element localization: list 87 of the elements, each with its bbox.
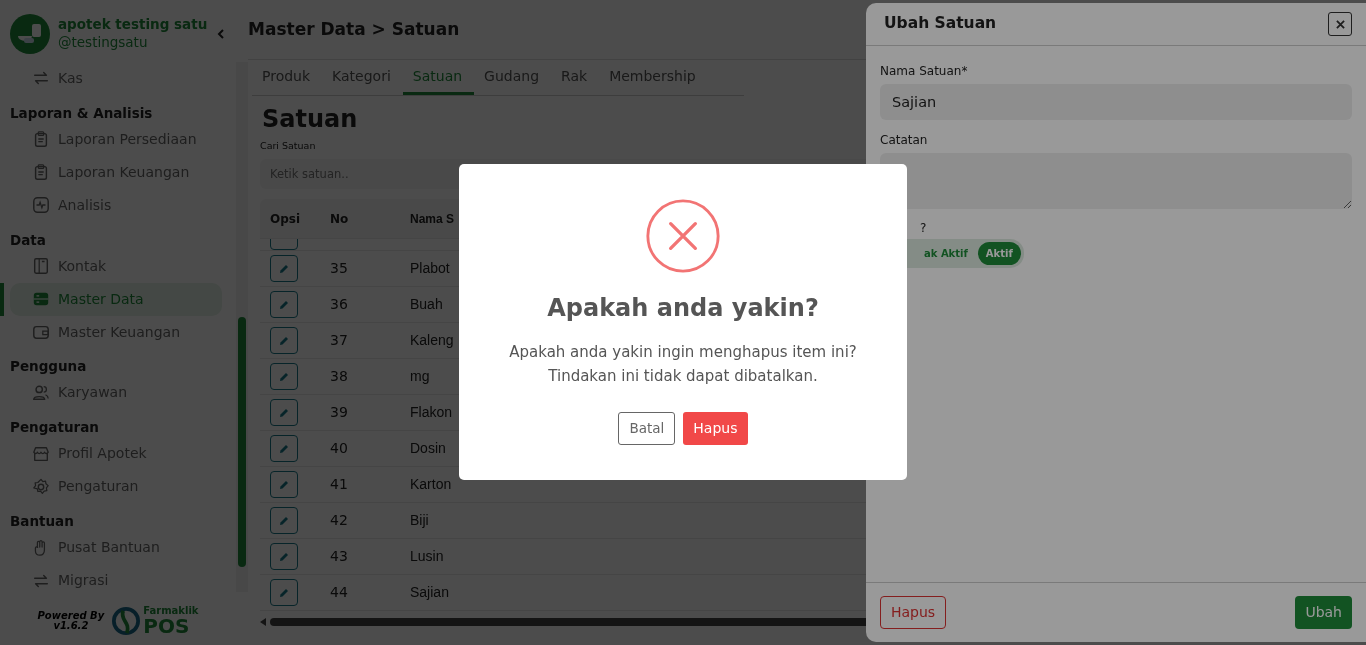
text-field[interactable]: Sajian <box>880 84 1352 120</box>
pencil-icon <box>278 262 290 275</box>
field-label: ? <box>919 220 928 237</box>
section-heading: Laporan & Analisis <box>9 103 154 123</box>
edit-button[interactable] <box>270 327 298 355</box>
table-cell-text: 35 <box>329 259 349 279</box>
cancel-button[interactable]: Batal <box>618 412 676 445</box>
collapse-chevron-icon[interactable] <box>216 28 226 39</box>
table-cell-text: 41 <box>329 475 349 495</box>
pencil-icon <box>278 406 290 419</box>
pencil-icon <box>278 514 290 527</box>
brand-handle: @testingsatu <box>58 32 149 52</box>
save-button[interactable]: Ubah <box>1295 596 1352 629</box>
table-cell-text: 44 <box>329 583 349 603</box>
table-cell-text: 38 <box>329 367 349 387</box>
edit-button[interactable] <box>270 363 298 391</box>
table-cell: Buah <box>410 296 443 313</box>
column-header: Opsi <box>270 211 301 226</box>
table-cell-text: 42 <box>329 511 349 531</box>
store-icon <box>32 444 50 463</box>
edit-button[interactable] <box>270 291 298 319</box>
toggle-option[interactable]: ak Aktif <box>920 243 972 264</box>
clipboard-icon <box>32 163 50 182</box>
dialog-title: Apakah anda yakin? <box>547 293 819 324</box>
pulse-icon <box>32 196 50 215</box>
table-cell-text: 40 <box>329 439 349 459</box>
error-icon <box>645 198 721 274</box>
table-cell: mg <box>410 368 430 385</box>
brand-name: apotek testing satu <box>58 15 208 32</box>
pencil-icon <box>278 370 290 383</box>
clipboard-icon <box>32 130 50 149</box>
version-text: v1.6.2 <box>52 621 90 632</box>
section-heading: Pengguna <box>9 357 88 377</box>
table-cell: Flakon <box>410 404 453 421</box>
table-cell-text: 43 <box>329 547 349 567</box>
pencil-icon <box>278 334 290 347</box>
section-heading: Pengaturan <box>9 418 100 438</box>
notes-field[interactable] <box>880 153 1352 209</box>
edit-button[interactable] <box>270 471 298 499</box>
edit-button[interactable] <box>270 543 298 571</box>
pencil-icon <box>278 586 290 599</box>
table-cell: Sajian <box>410 584 449 601</box>
column-header: Nama S <box>410 211 455 226</box>
edit-button[interactable] <box>270 399 298 427</box>
book-icon <box>32 257 50 276</box>
table-cell-text: 39 <box>329 403 349 423</box>
settings-icon <box>32 477 50 496</box>
edit-button[interactable] <box>270 579 298 607</box>
delete-button[interactable]: Hapus <box>880 596 947 629</box>
toggle-option[interactable]: Aktif <box>977 242 1021 265</box>
table-cell: Karton <box>410 476 452 493</box>
delete-button[interactable]: Hapus <box>683 412 748 445</box>
table-cell: Plabot <box>410 260 450 277</box>
wallet-icon <box>32 323 50 341</box>
field-label: Nama Satuan* <box>880 63 969 80</box>
scroll-left-icon[interactable] <box>260 618 266 627</box>
edit-button[interactable] <box>270 507 298 535</box>
page-title: Satuan <box>262 106 359 133</box>
pencil-icon <box>278 478 290 491</box>
section-heading: Bantuan <box>9 512 75 532</box>
table-cell-text: 36 <box>329 295 349 315</box>
dialog-message: Apakah anda yakin ingin menghapus item ini? Tindakan ini tidak dapat dibatalkan. <box>509 342 857 387</box>
logo-mark-icon <box>112 607 141 636</box>
close-icon <box>1335 19 1345 29</box>
table-cell-text: 37 <box>329 331 349 351</box>
powered-by-text: Powered By <box>37 610 105 621</box>
tab[interactable]: Satuan <box>402 60 475 95</box>
table-cell: Lusin <box>410 548 444 565</box>
section-heading: Data <box>9 230 47 250</box>
pencil-icon <box>278 442 290 455</box>
edit-button[interactable] <box>270 435 298 463</box>
field-label: Catatan <box>880 132 929 149</box>
pharmacy-logo <box>10 13 50 54</box>
logo-text: POS <box>143 616 191 637</box>
table-cell: Dosin <box>410 440 446 457</box>
pencil-icon <box>278 550 290 563</box>
column-header: No <box>330 211 349 226</box>
close-button[interactable] <box>1328 12 1352 36</box>
table-cell: Kaleng <box>410 332 454 349</box>
users-icon <box>32 383 50 402</box>
field-label: Cari Satuan <box>260 139 316 154</box>
edit-button[interactable] <box>270 255 298 283</box>
scrollbar[interactable] <box>236 62 248 592</box>
pencil-icon <box>278 298 290 311</box>
drawer-title: Ubah Satuan <box>884 13 997 35</box>
table-cell: Biji <box>410 512 429 529</box>
logo-text: Farmaklik <box>143 606 199 617</box>
